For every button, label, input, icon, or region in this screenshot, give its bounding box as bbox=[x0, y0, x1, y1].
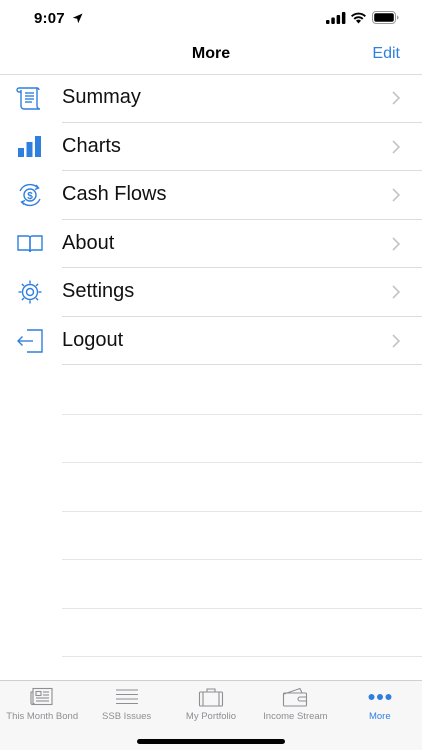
chevron-right-icon bbox=[392, 188, 400, 202]
newspaper-icon bbox=[30, 687, 53, 706]
cellular-signal-icon bbox=[326, 12, 346, 24]
menu-item-logout[interactable]: Logout bbox=[0, 317, 422, 365]
list-lines-icon bbox=[115, 689, 138, 705]
chevron-right-icon bbox=[392, 285, 400, 299]
location-arrow-icon bbox=[72, 13, 83, 24]
tab-label: Income Stream bbox=[263, 711, 328, 722]
empty-row-divider bbox=[62, 607, 422, 609]
empty-row-divider bbox=[62, 510, 422, 512]
tab-this-month-bond[interactable]: This Month Bond bbox=[0, 681, 84, 725]
menu-item-cash-flows[interactable]: $ Cash Flows bbox=[0, 171, 422, 220]
logout-icon bbox=[17, 328, 43, 353]
scroll-icon bbox=[16, 87, 41, 110]
row-divider bbox=[62, 364, 422, 365]
empty-row-divider bbox=[62, 656, 422, 657]
open-book-icon bbox=[17, 234, 43, 252]
edit-button[interactable]: Edit bbox=[372, 45, 400, 63]
svg-text:$: $ bbox=[27, 191, 33, 202]
battery-icon bbox=[372, 11, 399, 24]
chevron-right-icon bbox=[392, 333, 400, 348]
tab-ssb-issues[interactable]: SSB Issues bbox=[84, 681, 168, 725]
home-indicator[interactable] bbox=[137, 739, 285, 744]
menu-item-summay[interactable]: Summay bbox=[0, 74, 422, 123]
more-screen: 9:07 More Edit Summay Charts $ Cash Flow… bbox=[0, 0, 422, 750]
tab-label: More bbox=[368, 711, 391, 722]
menu-item-label: About bbox=[62, 231, 115, 254]
chevron-right-icon bbox=[392, 139, 400, 154]
status-time: 9:07 bbox=[34, 10, 65, 27]
briefcase-icon bbox=[198, 688, 224, 707]
menu-item-label: Cash Flows bbox=[62, 183, 167, 205]
menu-item-label: Settings bbox=[62, 280, 135, 302]
more-menu-list: Summay Charts $ Cash Flows About Setting… bbox=[0, 74, 422, 680]
menu-item-about[interactable]: About bbox=[0, 220, 422, 268]
menu-item-label: Logout bbox=[62, 328, 124, 351]
tab-label: My Portfolio bbox=[185, 711, 237, 722]
navigation-bar: More Edit bbox=[0, 36, 422, 74]
menu-item-charts[interactable]: Charts bbox=[0, 123, 422, 171]
tab-more[interactable]: More bbox=[338, 681, 422, 725]
tab-income-stream[interactable]: Income Stream bbox=[253, 681, 337, 725]
page-title: More bbox=[191, 45, 231, 62]
empty-row-divider bbox=[62, 462, 422, 463]
cash-flow-icon: $ bbox=[19, 183, 41, 207]
empty-row-divider bbox=[62, 559, 422, 560]
chevron-right-icon bbox=[392, 91, 400, 105]
status-bar: 9:07 bbox=[0, 0, 422, 36]
tab-label: SSB Issues bbox=[102, 711, 152, 722]
tab-label: This Month Bond bbox=[6, 711, 79, 722]
empty-row-divider bbox=[62, 413, 422, 415]
gear-icon bbox=[18, 280, 42, 304]
menu-item-label: Summay bbox=[62, 86, 141, 108]
chevron-right-icon bbox=[392, 236, 400, 251]
wallet-icon bbox=[283, 687, 308, 707]
more-dots-icon bbox=[368, 694, 392, 700]
bar-chart-icon bbox=[18, 135, 41, 157]
menu-item-label: Charts bbox=[62, 134, 121, 157]
tab-my-portfolio[interactable]: My Portfolio bbox=[169, 681, 253, 725]
menu-item-settings[interactable]: Settings bbox=[0, 268, 422, 317]
wifi-icon bbox=[351, 12, 366, 24]
